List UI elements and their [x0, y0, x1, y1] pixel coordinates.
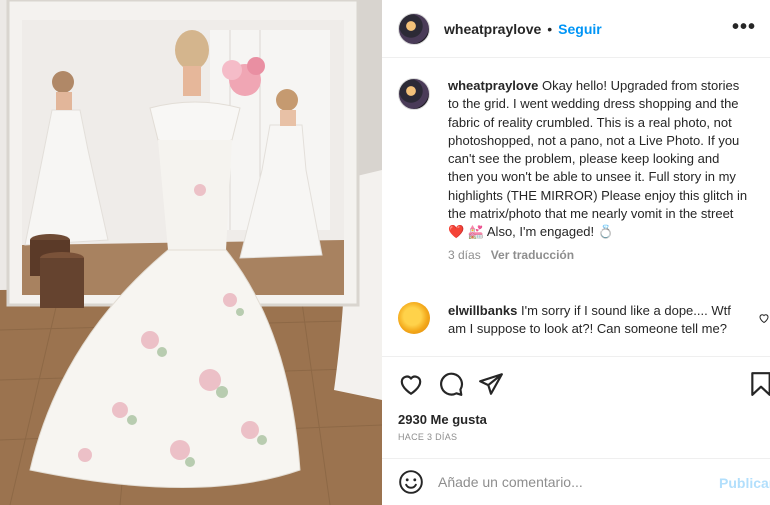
wedding-dress-photo [0, 0, 382, 505]
caption-username[interactable]: wheatpraylove [448, 78, 538, 93]
follow-button[interactable]: Seguir [558, 21, 602, 37]
post-date[interactable]: HACE 3 DÍAS [398, 432, 457, 442]
add-comment-bar: Publicar [382, 458, 770, 505]
caption-meta: 3 días Ver traducción [448, 248, 748, 262]
comment-body: elwillbanks I'm sorry if I sound like a … [448, 302, 748, 339]
translate-link[interactable]: Ver traducción [491, 248, 574, 262]
likes-count[interactable]: 2930 Me gusta [398, 412, 487, 427]
heart-icon[interactable] [398, 371, 424, 397]
caption-avatar[interactable] [398, 78, 430, 110]
comment-username[interactable]: elwillbanks [448, 303, 517, 318]
emoji-smile-icon[interactable] [398, 469, 424, 495]
username-link[interactable]: wheatpraylove [444, 21, 541, 37]
caption-emoji-line: ❤️ 💒 Also, I'm engaged! 💍 [448, 224, 614, 240]
comments-section[interactable]: wheatpraylove Okay hello! Upgraded from … [382, 59, 770, 355]
comment-item: elwillbanks I'm sorry if I sound like a … [398, 302, 770, 339]
share-icon[interactable] [478, 371, 504, 397]
post-header: wheatpraylove • Seguir ••• [382, 0, 770, 58]
more-options-icon[interactable]: ••• [732, 17, 756, 37]
caption: wheatpraylove Okay hello! Upgraded from … [398, 77, 770, 262]
comment-like-heart-icon[interactable] [758, 312, 770, 324]
post-side-panel: wheatpraylove • Seguir ••• wheatpraylove… [382, 0, 770, 505]
action-bar [382, 356, 770, 408]
publish-button[interactable]: Publicar [719, 475, 770, 491]
caption-age[interactable]: 3 días [448, 248, 481, 262]
avatar[interactable] [398, 12, 430, 45]
bookmark-icon[interactable] [748, 371, 770, 397]
caption-content: Okay hello! Upgraded from stories to the… [448, 78, 748, 222]
separator-dot: • [547, 20, 553, 37]
caption-text: wheatpraylove Okay hello! Upgraded from … [448, 77, 748, 242]
post-photo[interactable] [0, 0, 382, 505]
comment-avatar[interactable] [398, 302, 430, 334]
comment-input[interactable] [438, 474, 708, 490]
caption-body: wheatpraylove Okay hello! Upgraded from … [448, 77, 748, 262]
comment-icon[interactable] [438, 371, 464, 397]
